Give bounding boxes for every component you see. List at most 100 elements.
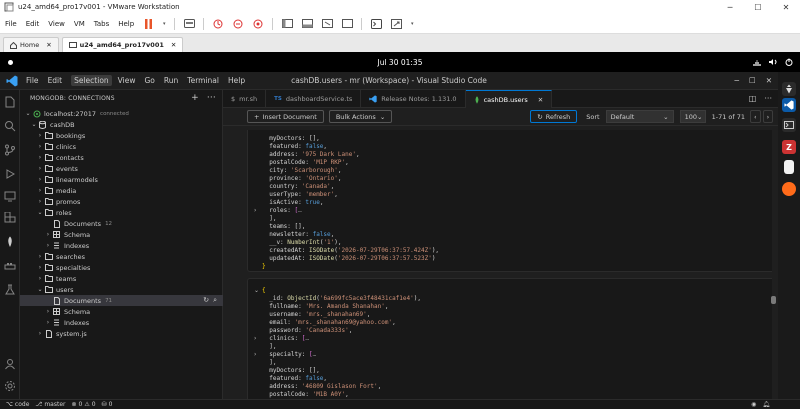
more-actions-icon[interactable]: ··· bbox=[207, 93, 216, 103]
tree-database[interactable]: ⌄ cashDB bbox=[20, 119, 223, 130]
sort-select[interactable]: Default ⌄ bbox=[605, 110, 674, 123]
send-keys-icon[interactable] bbox=[182, 17, 196, 31]
fullscreen-icon[interactable] bbox=[320, 17, 334, 31]
extensions-icon[interactable] bbox=[4, 212, 16, 224]
tree-users-schema[interactable]: › Schema bbox=[20, 306, 223, 317]
tab-release-notes[interactable]: Release Notes: 1.131.0 bbox=[361, 90, 466, 108]
tree-roles-documents[interactable]: Documents 12 bbox=[20, 218, 223, 229]
notifications-icon[interactable]: 🔔︎ bbox=[762, 401, 770, 408]
tree-collection-contacts[interactable]: › contacts bbox=[20, 152, 223, 163]
tree-users-indexes[interactable]: › Indexes bbox=[20, 317, 223, 328]
document-card[interactable]: myDoctors: [], featured: false, address:… bbox=[247, 130, 772, 272]
insert-document-button[interactable]: + Insert Document bbox=[247, 110, 324, 123]
branch-indicator[interactable]: ⎇ master bbox=[35, 401, 65, 408]
vsc-menu-go[interactable]: Go bbox=[144, 76, 154, 85]
thumbnail-icon[interactable] bbox=[300, 17, 314, 31]
unity-icon[interactable] bbox=[340, 17, 354, 31]
vsc-menu-help[interactable]: Help bbox=[228, 76, 245, 85]
add-connection-icon[interactable]: + bbox=[191, 93, 199, 103]
run-debug-icon[interactable] bbox=[4, 168, 16, 180]
search-icon[interactable] bbox=[4, 120, 16, 132]
tree-collection-teams[interactable]: › teams bbox=[20, 273, 223, 284]
tree-collection-roles[interactable]: ⌄ roles bbox=[20, 207, 223, 218]
vscode-dock-icon[interactable] bbox=[782, 98, 796, 112]
firefox-icon[interactable] bbox=[782, 182, 796, 196]
vsc-menu-file[interactable]: File bbox=[26, 76, 39, 85]
tab-mr-sh[interactable]: $ mr.sh bbox=[223, 90, 267, 108]
explorer-icon[interactable] bbox=[4, 96, 16, 108]
sidebar-toggle-icon[interactable] bbox=[280, 17, 294, 31]
close-icon[interactable]: ✕ bbox=[772, 3, 800, 12]
console-icon[interactable] bbox=[369, 17, 383, 31]
vm-tab-machine[interactable]: u24_amd64_pro17v001 ✕ bbox=[61, 37, 184, 52]
close-icon[interactable]: ✕ bbox=[538, 96, 543, 104]
filezilla-icon[interactable]: Z bbox=[782, 140, 796, 154]
chevron-down-icon[interactable]: ⌄ bbox=[254, 287, 259, 294]
tree-collection-specialties[interactable]: › specialties bbox=[20, 262, 223, 273]
vm-menu-vm[interactable]: VM bbox=[74, 20, 85, 28]
account-icon[interactable] bbox=[4, 358, 16, 370]
stretch-icon[interactable] bbox=[389, 17, 403, 31]
vm-menu-tabs[interactable]: Tabs bbox=[94, 20, 110, 28]
maximize-icon[interactable]: ☐ bbox=[749, 76, 756, 85]
search-icon[interactable]: ⌕ bbox=[213, 296, 217, 305]
close-icon[interactable]: ✕ bbox=[171, 41, 176, 49]
remote-indicator[interactable]: ⌥ code bbox=[6, 401, 29, 408]
vsc-menu-terminal[interactable]: Terminal bbox=[187, 76, 219, 85]
page-size-select[interactable]: 100 ⌄ bbox=[679, 110, 706, 123]
scrollbar-thumb[interactable] bbox=[771, 296, 776, 304]
vm-menu-help[interactable]: Help bbox=[118, 20, 134, 28]
dropdown-icon[interactable]: ▾ bbox=[409, 17, 415, 31]
tree-collection-searches[interactable]: › searches bbox=[20, 251, 223, 262]
gear-icon[interactable] bbox=[4, 380, 16, 392]
chevron-right-icon[interactable]: › bbox=[254, 335, 256, 342]
close-icon[interactable]: ✕ bbox=[46, 41, 51, 49]
tree-collection-system-js[interactable]: › system.js bbox=[20, 328, 223, 339]
snapshot-manager-icon[interactable] bbox=[251, 17, 265, 31]
minimize-icon[interactable]: ─ bbox=[716, 3, 744, 12]
tree-roles-schema[interactable]: › Schema bbox=[20, 229, 223, 240]
source-control-icon[interactable] bbox=[4, 144, 16, 156]
tab-dashboard-service[interactable]: TS dashboardService.ts bbox=[266, 90, 362, 108]
vm-menu-file[interactable]: File bbox=[5, 20, 17, 28]
prev-page-button[interactable]: ‹ bbox=[750, 110, 761, 123]
tree-collection-media[interactable]: › media bbox=[20, 185, 223, 196]
volume-icon[interactable] bbox=[768, 58, 778, 66]
tree-collection-events[interactable]: › events bbox=[20, 163, 223, 174]
vsc-menu-edit[interactable]: Edit bbox=[48, 76, 63, 85]
testing-icon[interactable] bbox=[4, 284, 16, 296]
more-actions-icon[interactable]: ··· bbox=[764, 94, 772, 103]
docker-icon[interactable] bbox=[4, 260, 16, 272]
close-icon[interactable]: ✕ bbox=[766, 76, 772, 85]
tree-collection-promos[interactable]: › promos bbox=[20, 196, 223, 207]
tree-collection-clinics[interactable]: › clinics bbox=[20, 141, 223, 152]
maximize-icon[interactable]: ☐ bbox=[744, 3, 772, 12]
vm-menu-edit[interactable]: Edit bbox=[26, 20, 40, 28]
errors-indicator[interactable]: ⊗ 0 ⚠ 0 bbox=[72, 401, 96, 408]
tree-collection-linearmodels[interactable]: › linearmodels bbox=[20, 174, 223, 185]
clock[interactable]: Jul 30 01:35 bbox=[0, 58, 800, 67]
ports-indicator[interactable]: ⛁ 0 bbox=[102, 401, 113, 408]
next-page-button[interactable]: › bbox=[762, 110, 774, 123]
text-editor-icon[interactable] bbox=[784, 160, 794, 174]
tab-cashdb-users[interactable]: cashDB.users ✕ bbox=[465, 90, 553, 108]
minimize-icon[interactable]: ─ bbox=[734, 76, 739, 85]
revert-snapshot-icon[interactable] bbox=[231, 17, 245, 31]
remote-explorer-icon[interactable] bbox=[4, 190, 16, 202]
tree-connection[interactable]: ⌄ localhost:27017 connected bbox=[20, 108, 223, 119]
vm-menu-view[interactable]: View bbox=[48, 20, 65, 28]
refresh-icon[interactable]: ↻ bbox=[203, 296, 209, 305]
refresh-button[interactable]: ↻ Refresh bbox=[530, 110, 578, 123]
mongodb-icon[interactable] bbox=[4, 236, 16, 248]
document-card[interactable]: {⌄ _id: ObjectId('6a699fc5ace3f48431caf1… bbox=[247, 278, 772, 399]
apps-icon[interactable] bbox=[782, 82, 796, 96]
tree-collection-bookings[interactable]: › bookings bbox=[20, 130, 223, 141]
tree-users-documents[interactable]: Documents 71 ↻ ⌕ bbox=[20, 295, 223, 306]
broadcast-icon[interactable]: ◉ bbox=[751, 401, 756, 408]
dropdown-icon[interactable]: ▾ bbox=[161, 17, 167, 31]
chevron-right-icon[interactable]: › bbox=[254, 207, 256, 214]
bulk-actions-button[interactable]: Bulk Actions ⌄ bbox=[328, 110, 393, 123]
vsc-menu-run[interactable]: Run bbox=[164, 76, 178, 85]
network-icon[interactable] bbox=[752, 58, 762, 66]
vsc-menu-view[interactable]: View bbox=[118, 76, 136, 85]
